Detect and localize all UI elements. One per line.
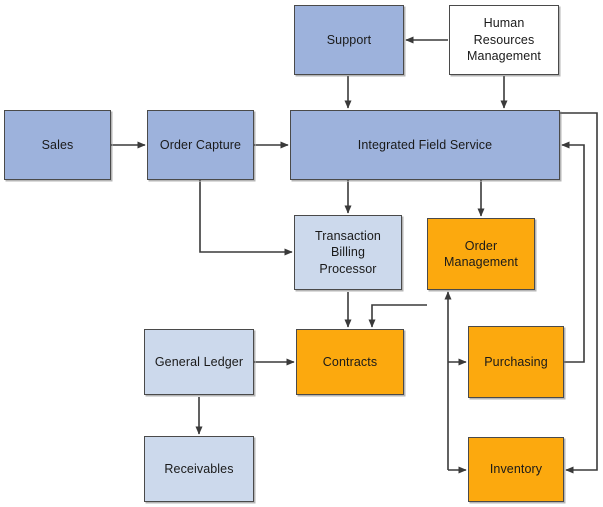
node-purchasing-label: Purchasing — [484, 354, 548, 369]
node-general-ledger[interactable]: General Ledger — [144, 329, 254, 395]
node-inventory[interactable]: Inventory — [468, 437, 564, 502]
node-support[interactable]: Support — [294, 5, 404, 75]
node-transaction-billing-processor[interactable]: Transaction Billing Processor — [294, 215, 402, 290]
node-transaction-billing-processor-label: Transaction Billing Processor — [315, 228, 381, 276]
node-sales-label: Sales — [41, 137, 74, 152]
node-order-capture[interactable]: Order Capture — [147, 110, 254, 180]
node-receivables-label: Receivables — [164, 461, 234, 476]
node-contracts[interactable]: Contracts — [296, 329, 404, 395]
node-contracts-label: Contracts — [322, 354, 378, 369]
node-inventory-label: Inventory — [489, 462, 543, 477]
node-human-resources-management-label: Human Resources Management — [467, 16, 541, 64]
connector-ifs-to-inventory — [560, 112, 598, 474]
node-sales[interactable]: Sales — [4, 110, 111, 180]
node-order-capture-label: Order Capture — [159, 137, 242, 152]
connector-order-management-to-contracts — [368, 304, 427, 328]
node-receivables[interactable]: Receivables — [144, 436, 254, 502]
connector-purchasing-to-ifs — [561, 141, 585, 363]
node-human-resources-management[interactable]: Human Resources Management — [449, 5, 559, 75]
node-general-ledger-label: General Ledger — [154, 354, 244, 369]
node-order-management-label: Order Management — [444, 238, 518, 270]
node-integrated-field-service-label: Integrated Field Service — [357, 137, 493, 152]
node-order-management[interactable]: Order Management — [427, 218, 535, 290]
node-support-label: Support — [326, 32, 372, 47]
node-integrated-field-service[interactable]: Integrated Field Service — [290, 110, 560, 180]
connector-order-capture-to-tbp — [196, 174, 293, 256]
process-flow-diagram: Support Human Resources Management Sales… — [0, 0, 603, 507]
node-purchasing[interactable]: Purchasing — [468, 326, 564, 398]
